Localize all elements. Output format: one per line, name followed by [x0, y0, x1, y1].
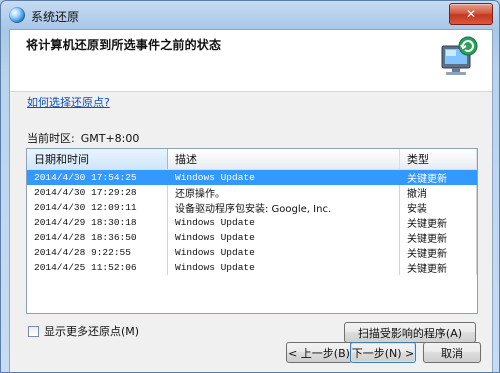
restore-points-list[interactable]: 日期和时间 描述 类型 2014/4/30 17:54:25 Windows U…: [26, 148, 478, 314]
row-description: Windows Update: [167, 245, 400, 260]
row-description: 还原操作。: [167, 185, 400, 200]
cancel-button[interactable]: 取消: [423, 342, 481, 363]
row-type: 关键更新: [399, 230, 477, 245]
row-type: 关键更新: [399, 260, 477, 275]
table-row[interactable]: 2014/4/25 11:52:06 Windows Update 关键更新: [27, 260, 477, 275]
row-date: 2014/4/30 17:29:28: [27, 185, 168, 200]
column-header-description[interactable]: 描述: [167, 149, 400, 170]
row-type: 关键更新: [399, 245, 477, 260]
row-description: Windows Update: [167, 230, 400, 245]
window-title: 系统还原: [31, 10, 80, 24]
column-header-type[interactable]: 类型: [399, 149, 477, 170]
table-row[interactable]: 2014/4/28 18:36:50 Windows Update 关键更新: [27, 230, 477, 245]
dialog-client-area: 将计算机还原到所选事件之前的状态 如何选择还原点? 当前时区: GMT+8:00 …: [9, 29, 493, 372]
row-description: Windows Update: [167, 215, 400, 230]
row-date: 2014/4/28 9:22:55: [27, 245, 168, 260]
system-restore-window: 系统还原 ✕ 将计算机还原到所选事件之前的状态 如何选择还原点? 当前时区: GM…: [0, 0, 500, 373]
row-date: 2014/4/25 11:52:06: [27, 260, 168, 275]
row-date: 2014/4/28 18:36:50: [27, 230, 168, 245]
header-panel: 将计算机还原到所选事件之前的状态: [10, 30, 492, 92]
scan-affected-programs-button[interactable]: 扫描受影响的程序(A): [344, 322, 476, 343]
row-type: 安装: [399, 200, 477, 215]
timezone-label: 当前时区:: [27, 132, 75, 145]
show-more-label: 显示更多还原点(M): [44, 325, 140, 338]
title-bar[interactable]: 系统还原 ✕: [1, 1, 499, 29]
system-restore-app-icon: [9, 7, 25, 23]
table-header-row: 日期和时间 描述 类型: [27, 149, 477, 170]
show-more-checkbox[interactable]: [28, 325, 39, 337]
show-more-restore-points-option[interactable]: 显示更多还原点(M): [28, 323, 139, 339]
row-type: 关键更新: [399, 169, 477, 185]
table-row[interactable]: 2014/4/30 17:29:28 还原操作。 撤消: [27, 185, 477, 200]
table-row[interactable]: 2014/4/28 9:22:55 Windows Update 关键更新: [27, 245, 477, 260]
how-to-choose-restore-point-link[interactable]: 如何选择还原点?: [27, 94, 110, 110]
row-description: Windows Update: [167, 260, 400, 275]
timezone-value: GMT+8:00: [80, 132, 140, 145]
next-button[interactable]: 下一步(N) >: [350, 342, 416, 363]
row-type: 关键更新: [399, 215, 477, 230]
page-title: 将计算机还原到所选事件之前的状态: [26, 38, 222, 52]
table-row[interactable]: 2014/4/30 17:54:25 Windows Update 关键更新: [27, 169, 477, 185]
close-icon: ✕: [465, 7, 477, 21]
row-description: Windows Update: [167, 169, 400, 185]
close-button[interactable]: ✕: [449, 3, 493, 25]
row-type: 撤消: [399, 185, 477, 200]
restore-computer-icon: [441, 36, 478, 75]
row-description: 设备驱动程序包安装: Google, Inc.: [167, 200, 400, 215]
back-button[interactable]: < 上一步(B): [286, 342, 352, 363]
row-date: 2014/4/29 18:30:18: [27, 215, 168, 230]
restore-points-table: 日期和时间 描述 类型 2014/4/30 17:54:25 Windows U…: [27, 149, 477, 275]
table-row[interactable]: 2014/4/30 12:09:11 设备驱动程序包安装: Google, In…: [27, 200, 477, 215]
timezone-line: 当前时区: GMT+8:00: [27, 130, 139, 146]
column-header-date[interactable]: 日期和时间: [27, 149, 168, 170]
table-row[interactable]: 2014/4/29 18:30:18 Windows Update 关键更新: [27, 215, 477, 230]
row-date: 2014/4/30 12:09:11: [27, 200, 168, 215]
row-date: 2014/4/30 17:54:25: [27, 169, 168, 185]
